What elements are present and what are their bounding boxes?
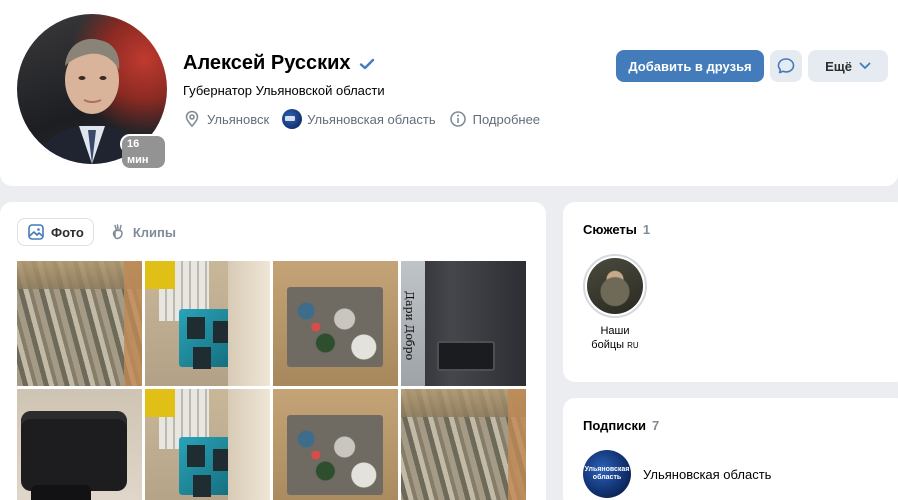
story-label: Наши бойцы RU xyxy=(583,324,647,353)
stove-text: Дари Добро xyxy=(403,291,416,361)
profile-header: 16 мин Алексей Русских Губернатор Ульяно… xyxy=(0,0,898,186)
tab-photos-label: Фото xyxy=(51,224,84,240)
subscription-logo-text: Ульяновская область xyxy=(584,466,630,481)
photo-thumbnail[interactable] xyxy=(145,261,270,386)
subscription-item[interactable]: Ульяновская область Ульяновская область xyxy=(583,450,771,498)
city-link[interactable]: Ульяновск xyxy=(183,110,269,128)
message-button[interactable] xyxy=(770,50,802,82)
photo-thumbnail[interactable] xyxy=(273,261,398,386)
city-label: Ульяновск xyxy=(207,111,270,127)
subscription-logo: Ульяновская область xyxy=(583,450,631,498)
story-avatar xyxy=(587,258,643,314)
more-label: Ещё xyxy=(825,58,852,74)
stories-title-label: Сюжеты xyxy=(583,222,637,237)
online-badge: 16 мин xyxy=(120,134,167,168)
story-item[interactable]: Наши бойцы RU xyxy=(583,254,647,353)
profile-status: Губернатор Ульяновской области xyxy=(183,83,385,98)
location-icon xyxy=(185,110,199,128)
image-icon xyxy=(28,224,44,240)
profile-name-row: Алексей Русских xyxy=(183,52,375,75)
more-button[interactable]: Ещё xyxy=(808,50,888,82)
tab-photos[interactable]: Фото xyxy=(17,218,94,246)
subscriptions-title[interactable]: Подписки 7 xyxy=(583,418,659,433)
photo-thumbnail[interactable] xyxy=(401,389,526,500)
story-label-suffix: RU xyxy=(627,341,639,350)
tab-clips[interactable]: Клипы xyxy=(100,218,185,246)
subscriptions-card: Подписки 7 Ульяновская область Ульяновска… xyxy=(563,398,898,500)
profile-name: Алексей Русских xyxy=(183,52,351,74)
photo-thumbnail[interactable] xyxy=(17,261,142,386)
subscription-name: Ульяновская область xyxy=(643,466,772,482)
tab-clips-label: Клипы xyxy=(132,224,176,240)
more-info-link[interactable]: Подробнее xyxy=(449,110,540,128)
region-link[interactable]: Ульяновская область xyxy=(282,109,436,129)
chevron-down-icon xyxy=(859,62,871,69)
profile-info-row: Ульяновск Ульяновская область Подробнее xyxy=(183,109,553,129)
photo-thumbnail[interactable] xyxy=(273,389,398,500)
subscriptions-count: 7 xyxy=(651,418,660,433)
message-icon xyxy=(777,58,795,74)
info-icon xyxy=(449,111,466,127)
photos-card: Фото Клипы Дари Добро xyxy=(0,202,546,500)
add-friend-button[interactable]: Добавить в друзья xyxy=(616,50,764,82)
photo-thumbnail[interactable]: Дари Добро xyxy=(401,261,526,386)
subscriptions-title-label: Подписки xyxy=(583,418,646,433)
story-label-line2: бойцы xyxy=(591,339,625,351)
photo-thumbnail[interactable] xyxy=(145,389,270,500)
clips-icon xyxy=(112,224,123,240)
photo-tabs: Фото Клипы xyxy=(17,218,191,246)
photo-grid: Дари Добро xyxy=(17,261,526,500)
story-label-line1: Наши xyxy=(600,325,630,337)
stories-count: 1 xyxy=(642,222,651,237)
region-label: Ульяновская область xyxy=(307,111,436,127)
more-info-label: Подробнее xyxy=(472,111,541,127)
stories-card: Сюжеты 1 Наши бойцы RU xyxy=(563,202,898,382)
region-logo-icon xyxy=(282,109,303,129)
avatar[interactable]: 16 мин xyxy=(17,14,167,168)
stories-title[interactable]: Сюжеты 1 xyxy=(583,222,650,237)
photo-thumbnail[interactable] xyxy=(17,389,142,500)
story-avatar-ring xyxy=(583,254,647,318)
online-time: 16 мин xyxy=(122,136,165,168)
verified-icon[interactable] xyxy=(359,56,375,72)
